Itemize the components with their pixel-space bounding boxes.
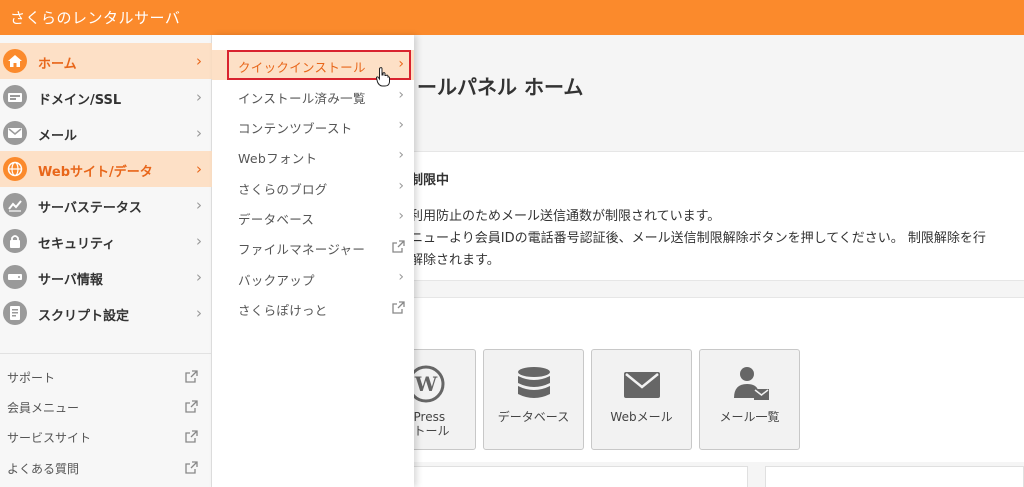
external-link-icon bbox=[185, 461, 198, 474]
bottom-card bbox=[412, 466, 748, 487]
submenu-item-sakura-blog[interactable]: さくらのブログ › bbox=[212, 172, 414, 202]
globe-icon bbox=[3, 157, 27, 181]
submenu-item-database[interactable]: データベース › bbox=[212, 202, 414, 232]
sidebar-link-label: 会員メニュー bbox=[7, 401, 80, 415]
mail-list-tile[interactable]: メール一覧 bbox=[699, 349, 800, 450]
sidebar-link-label: よくある質問 bbox=[7, 462, 80, 476]
chart-icon bbox=[3, 193, 27, 217]
external-link-icon bbox=[392, 301, 405, 314]
external-link-icon bbox=[392, 240, 405, 253]
app-title[interactable]: さくらのレンタルサーバ bbox=[10, 7, 180, 28]
submenu-item-label: インストール済み一覧 bbox=[238, 91, 366, 106]
svg-text:W: W bbox=[414, 372, 438, 396]
sidebar-item-security[interactable]: セキュリティ › bbox=[0, 223, 212, 259]
external-link-icon bbox=[185, 430, 198, 443]
chevron-right-icon: › bbox=[196, 52, 202, 70]
notice-text: メニューより会員IDの電話番号認証後、メール送信制限解除ボタンを押してください。… bbox=[397, 231, 986, 246]
chevron-right-icon: › bbox=[196, 304, 202, 322]
hand-cursor-icon bbox=[376, 67, 390, 87]
sidebar-item-label: サーバ情報 bbox=[38, 273, 103, 288]
database-tile[interactable]: データベース bbox=[483, 349, 584, 450]
sidebar-link-member-menu[interactable]: 会員メニュー bbox=[0, 392, 212, 422]
notice-text: 正利用防止のためメール送信通数が制限されています。 bbox=[397, 209, 721, 224]
submenu-item-sakura-pocket[interactable]: さくらぽけっと bbox=[212, 293, 414, 323]
tile-label: データベース bbox=[497, 410, 570, 424]
chevron-right-icon: › bbox=[398, 269, 404, 285]
chevron-right-icon: › bbox=[196, 268, 202, 286]
mail-icon bbox=[624, 372, 660, 398]
chevron-right-icon: › bbox=[398, 147, 404, 163]
submenu-item-content-boost[interactable]: コンテンツブースト › bbox=[212, 111, 414, 141]
submenu-item-file-manager[interactable]: ファイルマネージャー bbox=[212, 232, 414, 262]
external-link-icon bbox=[185, 400, 198, 413]
mail-icon bbox=[3, 121, 27, 145]
website-data-submenu: クイックインストール › インストール済み一覧 › コンテンツブースト › We… bbox=[212, 35, 414, 487]
sidebar-link-support[interactable]: サポート bbox=[0, 362, 212, 392]
server-icon bbox=[3, 265, 27, 289]
submenu-item-label: Webフォント bbox=[238, 151, 318, 166]
sidebar-item-label: サーバステータス bbox=[38, 201, 142, 216]
submenu-item-label: さくらぽけっと bbox=[238, 303, 328, 318]
chevron-right-icon: › bbox=[398, 178, 404, 194]
sidebar: ホーム › ドメイン/SSL › メール › Webサイト/データ › サーバス… bbox=[0, 35, 212, 487]
submenu-item-label: コンテンツブースト bbox=[238, 121, 353, 136]
sidebar-link-label: サポート bbox=[7, 371, 56, 385]
sidebar-item-label: セキュリティ bbox=[38, 237, 116, 252]
submenu-item-label: バックアップ bbox=[238, 273, 315, 288]
sidebar-item-domain[interactable]: ドメイン/SSL › bbox=[0, 79, 212, 115]
sidebar-link-faq[interactable]: よくある質問 bbox=[0, 453, 212, 483]
tile-label: Webメール bbox=[610, 410, 673, 424]
sidebar-item-label: スクリプト設定 bbox=[38, 309, 130, 324]
page-title: ールパネル ホーム bbox=[417, 75, 584, 99]
sidebar-item-label: メール bbox=[38, 129, 78, 144]
chevron-right-icon: › bbox=[196, 160, 202, 178]
chevron-right-icon: › bbox=[398, 117, 404, 133]
lock-icon bbox=[3, 229, 27, 253]
sidebar-link-service-site[interactable]: サービスサイト bbox=[0, 422, 212, 452]
sidebar-item-server-info[interactable]: サーバ情報 › bbox=[0, 259, 212, 295]
database-icon bbox=[518, 367, 550, 398]
sidebar-item-label: Webサイト/データ bbox=[38, 165, 153, 180]
sidebar-item-server-status[interactable]: サーバステータス › bbox=[0, 187, 212, 223]
chevron-right-icon: › bbox=[398, 208, 404, 224]
sidebar-item-script-settings[interactable]: スクリプト設定 › bbox=[0, 295, 212, 331]
sidebar-link-label: サービスサイト bbox=[7, 431, 92, 445]
submenu-item-label: ファイルマネージャー bbox=[238, 242, 366, 257]
script-icon bbox=[3, 301, 27, 325]
tile-label: メール一覧 bbox=[719, 410, 780, 424]
sidebar-item-home[interactable]: ホーム › bbox=[0, 43, 212, 79]
chevron-right-icon: › bbox=[196, 196, 202, 214]
submenu-item-label: さくらのブログ bbox=[238, 182, 328, 197]
top-bar: さくらのレンタルサーバ bbox=[0, 0, 1024, 35]
sidebar-divider bbox=[0, 353, 211, 354]
chevron-right-icon: › bbox=[398, 87, 404, 103]
user-mail-icon bbox=[734, 367, 769, 400]
external-link-icon bbox=[185, 370, 198, 383]
sidebar-item-label: ドメイン/SSL bbox=[38, 93, 122, 108]
chevron-right-icon: › bbox=[196, 88, 202, 106]
submenu-item-backup[interactable]: バックアップ › bbox=[212, 263, 414, 293]
sidebar-item-label: ホーム bbox=[38, 57, 77, 72]
submenu-item-web-font[interactable]: Webフォント › bbox=[212, 141, 414, 171]
webmail-tile[interactable]: Webメール bbox=[591, 349, 692, 450]
submenu-item-label: データベース bbox=[238, 212, 315, 227]
domain-icon bbox=[3, 85, 27, 109]
sidebar-item-website-data[interactable]: Webサイト/データ › bbox=[0, 151, 212, 187]
home-icon bbox=[3, 49, 27, 73]
chevron-right-icon: › bbox=[196, 124, 202, 142]
chevron-right-icon: › bbox=[196, 232, 202, 250]
sidebar-item-mail[interactable]: メール › bbox=[0, 115, 212, 151]
bottom-card bbox=[765, 466, 1024, 487]
